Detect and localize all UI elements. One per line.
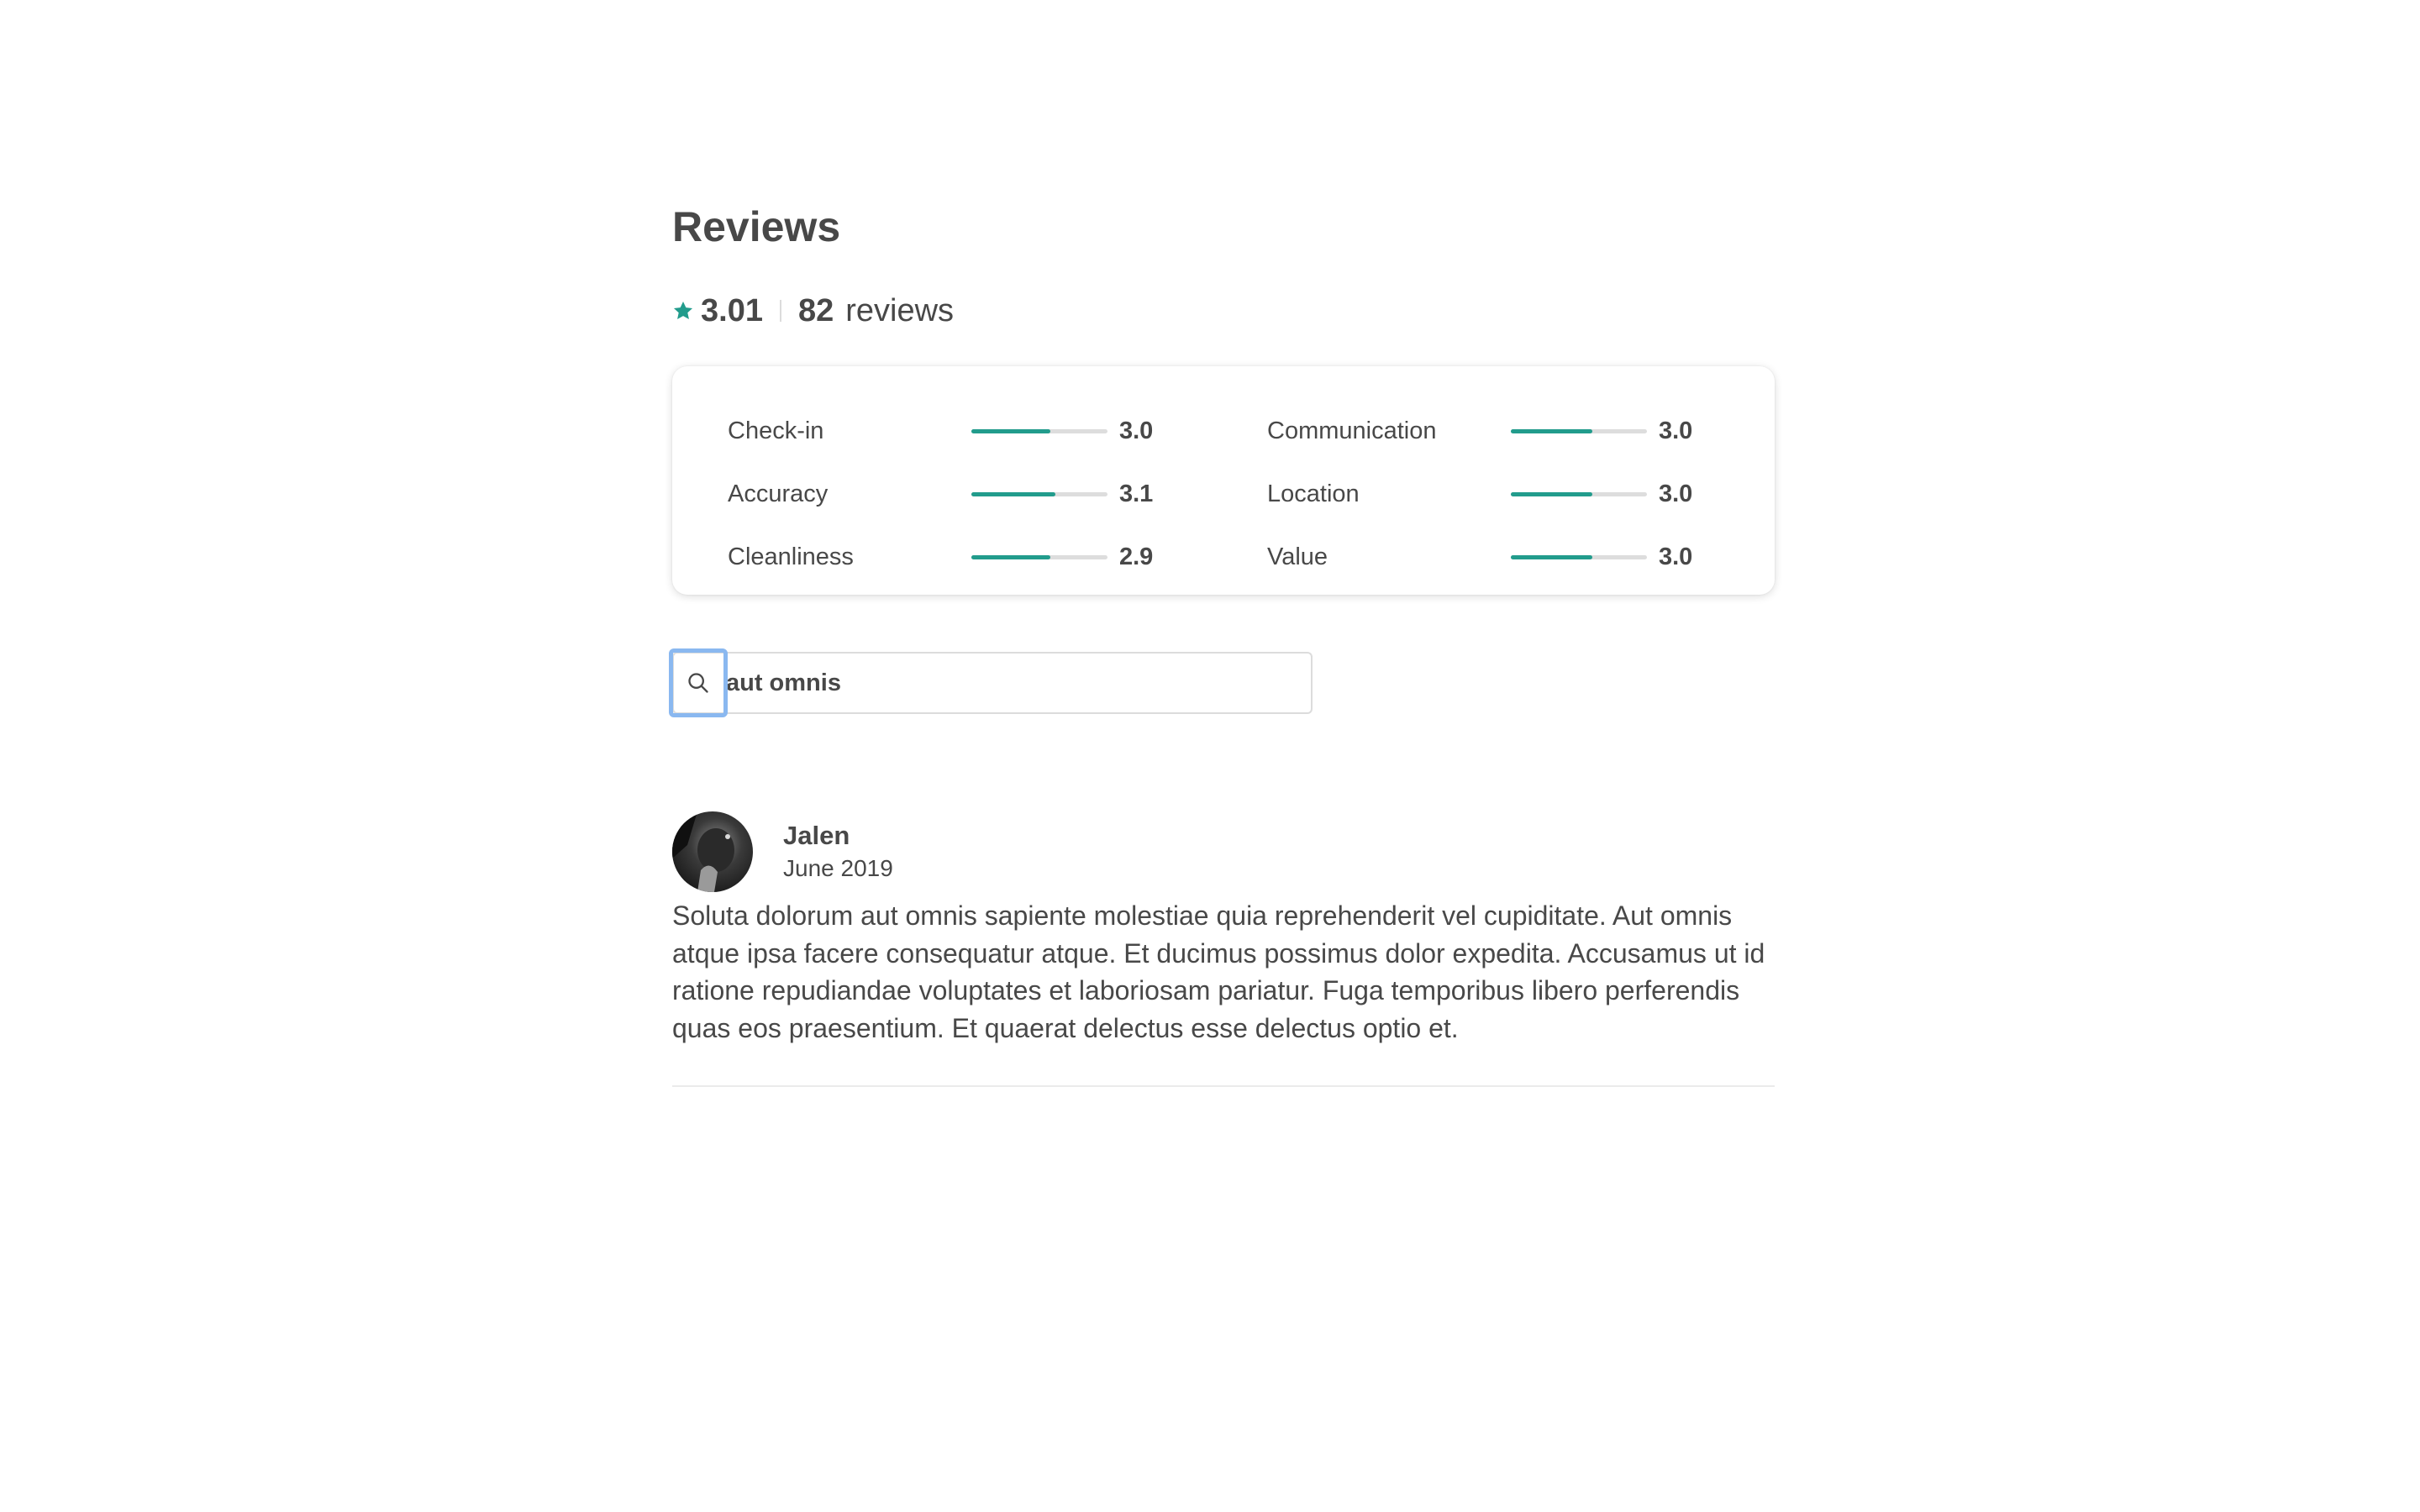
rating-label: Accuracy: [728, 480, 829, 507]
reviewer-info: Jalen June 2019: [783, 819, 893, 885]
rating-row-location: Location 3.0: [1267, 468, 1773, 520]
review-divider: [672, 1085, 1775, 1087]
rating-value: 3.1: [1119, 480, 1154, 507]
reviews-section: Reviews 3.01 82 reviews Check-in 3.0 Com…: [669, 202, 1775, 1087]
review-item: Jalen June 2019 Soluta dolorum aut omnis…: [672, 811, 1775, 1087]
rating-row-communication: Communication 3.0: [1267, 405, 1773, 457]
summary-divider: [779, 300, 781, 322]
rating-label: Check-in: [728, 417, 824, 444]
review-search: [669, 648, 1313, 717]
rating-bar-fill: [971, 491, 1056, 496]
review-header: Jalen June 2019: [672, 811, 1775, 892]
rating-bar-fill: [971, 428, 1050, 433]
review-date: June 2019: [783, 855, 893, 881]
category-ratings-card: Check-in 3.0 Communication 3.0 Accuracy …: [672, 366, 1775, 595]
review-count-label: reviews: [845, 292, 955, 328]
rating-value: 3.0: [1659, 543, 1693, 571]
rating-row-value: Value 3.0: [1267, 532, 1773, 584]
rating-row-check-in: Check-in 3.0: [728, 405, 1234, 457]
review-count: 82: [797, 292, 834, 328]
rating-summary: 3.01 82 reviews: [672, 286, 1775, 336]
search-icon: [688, 673, 708, 693]
overall-rating: 3.01: [701, 292, 763, 328]
rating-bar: [971, 491, 1107, 496]
reviewer-name: Jalen: [783, 821, 850, 850]
avatar[interactable]: [672, 811, 753, 892]
avatar-image: [672, 811, 753, 892]
rating-label: Cleanliness: [728, 543, 854, 571]
rating-row-cleanliness: Cleanliness 2.9: [728, 532, 1234, 584]
rating-bar-fill: [1511, 491, 1593, 496]
rating-bar-fill: [971, 555, 1050, 560]
rating-bar-fill: [1511, 428, 1593, 433]
rating-bar: [971, 555, 1107, 560]
search-input[interactable]: [672, 652, 1313, 714]
page-title: Reviews: [672, 203, 841, 250]
rating-label: Communication: [1267, 417, 1437, 444]
rating-bar: [971, 428, 1107, 433]
star-icon: [673, 301, 693, 319]
rating-value: 3.0: [1119, 417, 1154, 444]
rating-label: Location: [1267, 480, 1360, 507]
rating-label: Value: [1267, 543, 1328, 571]
rating-bar-fill: [1511, 555, 1593, 560]
rating-value: 2.9: [1119, 543, 1154, 571]
rating-value: 3.0: [1659, 417, 1693, 444]
rating-bar: [1511, 491, 1647, 496]
rating-bar: [1511, 428, 1647, 433]
rating-bar: [1511, 555, 1647, 560]
rating-row-accuracy: Accuracy 3.1: [728, 468, 1234, 520]
search-button[interactable]: [669, 648, 728, 717]
page: Reviews 3.01 82 reviews Check-in 3.0 Com…: [0, 0, 2420, 1512]
review-text: Soluta dolorum aut omnis sapiente molest…: [672, 900, 1765, 1043]
rating-value: 3.0: [1659, 480, 1693, 507]
